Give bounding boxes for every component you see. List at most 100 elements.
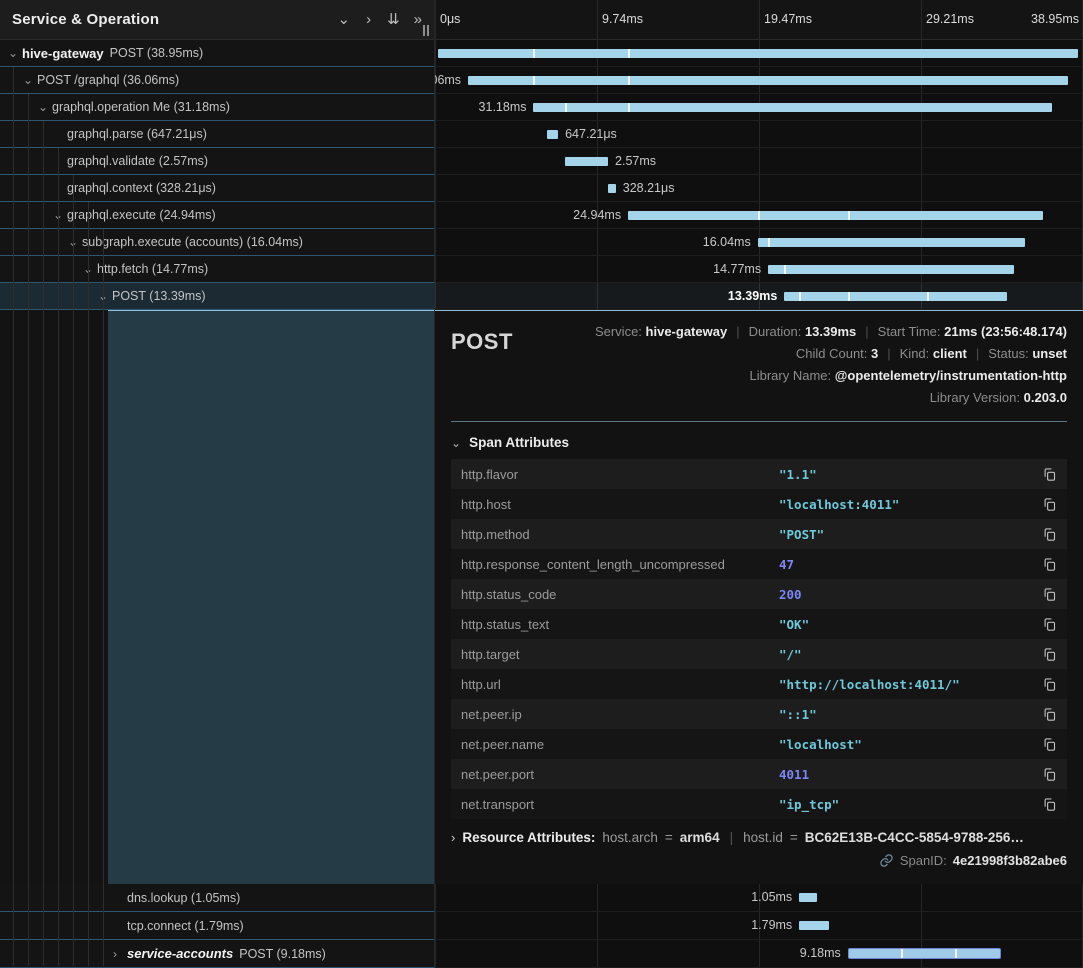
copy-icon[interactable]	[1037, 647, 1057, 662]
span-row-http-fetch: ⌄http.fetch (14.77ms)14.77ms	[0, 256, 1083, 283]
span-label-post[interactable]: ⌄POST (13.39ms)	[0, 283, 435, 310]
span-bar-cell-tcp-connect[interactable]: 1.79ms	[435, 912, 1083, 940]
span-label-tcp-connect[interactable]: tcp.connect (1.79ms)	[0, 912, 435, 940]
chevron-right-icon[interactable]: ›	[113, 948, 127, 960]
span-detail-panel: POST Service: hive-gateway|Duration: 13.…	[435, 310, 1083, 884]
bar-tick	[901, 949, 903, 958]
span-detail-meta: Service: hive-gateway|Duration: 13.39ms|…	[595, 321, 1067, 409]
span-bar-cell-hive-gateway-post[interactable]	[435, 40, 1083, 67]
chevron-right-icon[interactable]: ›	[366, 11, 371, 28]
span-label-post-graphql[interactable]: ⌄POST /graphql (36.06ms)	[0, 67, 435, 94]
attr-row-http.url: http.url"http://localhost:4011/"	[451, 669, 1067, 699]
bar-tick	[628, 76, 630, 85]
span-bar-cell-post-graphql[interactable]: 36.06ms	[435, 67, 1083, 94]
resource-value: arm64	[680, 830, 720, 845]
chevron-down-icon[interactable]: ⌄	[23, 74, 37, 86]
span-bar-cell-graphql-validate[interactable]: 2.57ms	[435, 148, 1083, 175]
double-chevron-down-icon[interactable]: ⇊	[387, 11, 398, 28]
copy-icon[interactable]	[1037, 527, 1057, 542]
span-bar[interactable]	[565, 157, 608, 166]
attr-row-http.flavor: http.flavor"1.1"	[451, 459, 1067, 489]
double-chevron-right-icon[interactable]: »	[414, 11, 420, 28]
copy-icon[interactable]	[1037, 767, 1057, 782]
span-bar[interactable]	[784, 292, 1007, 301]
detail-meta-value: hive-gateway	[646, 324, 728, 339]
span-bar[interactable]	[628, 211, 1043, 220]
panel-resize-handle[interactable]	[423, 25, 429, 36]
span-bar-cell-graphql-operation-me[interactable]: 31.18ms	[435, 94, 1083, 121]
attr-value: "OK"	[779, 617, 1037, 632]
chevron-down-icon[interactable]: ⌄	[53, 209, 67, 221]
span-detail-left-block	[108, 310, 434, 884]
copy-icon[interactable]	[1037, 617, 1057, 632]
span-bar-cell-graphql-execute[interactable]: 24.94ms	[435, 202, 1083, 229]
span-label-graphql-parse[interactable]: graphql.parse (647.21μs)	[0, 121, 435, 148]
attr-key: http.status_code	[461, 587, 779, 602]
chevron-down-icon[interactable]: ⌄	[38, 101, 52, 113]
detail-meta-value: @opentelemetry/instrumentation-http	[835, 368, 1067, 383]
copy-icon[interactable]	[1037, 707, 1057, 722]
copy-icon[interactable]	[1037, 557, 1057, 572]
link-icon[interactable]	[879, 853, 894, 868]
span-bar-cell-service-accounts-post[interactable]: 9.18ms	[435, 940, 1083, 968]
resource-attributes-toggle[interactable]: ›Resource Attributes:host.arch=arm64|hos…	[451, 830, 1067, 845]
span-label-service-accounts-post[interactable]: ›service-accountsPOST (9.18ms)	[0, 940, 435, 968]
span-bar[interactable]	[758, 238, 1025, 247]
span-bar-cell-http-fetch[interactable]: 14.77ms	[435, 256, 1083, 283]
copy-icon[interactable]	[1037, 467, 1057, 482]
copy-icon[interactable]	[1037, 587, 1057, 602]
span-label-graphql-validate[interactable]: graphql.validate (2.57ms)	[0, 148, 435, 175]
span-bar[interactable]	[547, 130, 558, 139]
duration-label: 1.05ms	[751, 890, 799, 904]
span-bar[interactable]	[533, 103, 1051, 112]
chevron-down-icon: ⌄	[451, 436, 461, 450]
detail-meta-value: client	[933, 346, 967, 361]
span-attributes-toggle[interactable]: ⌄ Span Attributes	[451, 435, 1067, 450]
attr-value: "/"	[779, 647, 1037, 662]
span-detail-header: POST Service: hive-gateway|Duration: 13.…	[451, 321, 1067, 409]
detail-meta-value: 3	[871, 346, 878, 361]
chevron-down-icon[interactable]: ⌄	[68, 236, 82, 248]
timeline-tick: 19.47ms	[764, 12, 812, 26]
span-label-graphql-execute[interactable]: ⌄graphql.execute (24.94ms)	[0, 202, 435, 229]
chevron-down-icon[interactable]: ⌄	[98, 290, 112, 302]
span-rows-bottom: dns.lookup (1.05ms) 1.05ms tcp.connect (1.…	[0, 884, 1083, 968]
span-row-graphql-context: graphql.context (328.21μs)328.21μs	[0, 175, 1083, 202]
span-label-graphql-context[interactable]: graphql.context (328.21μs)	[0, 175, 435, 202]
attr-value: "localhost:4011"	[779, 497, 1037, 512]
timeline-tick: 0μs	[440, 12, 460, 26]
chevron-down-icon[interactable]: ⌄	[338, 11, 351, 28]
copy-icon[interactable]	[1037, 677, 1057, 692]
span-attributes-table: http.flavor"1.1"http.host"localhost:4011…	[451, 459, 1067, 819]
span-bar-cell-post[interactable]: 13.39ms	[435, 283, 1083, 310]
span-label-graphql-operation-me[interactable]: ⌄graphql.operation Me (31.18ms)	[0, 94, 435, 121]
attr-row-http.response_content_length_uncompressed: http.response_content_length_uncompresse…	[451, 549, 1067, 579]
span-bar[interactable]	[799, 921, 829, 930]
span-label-http-fetch[interactable]: ⌄http.fetch (14.77ms)	[0, 256, 435, 283]
span-bar-cell-subgraph-execute-accounts[interactable]: 16.04ms	[435, 229, 1083, 256]
span-label-hive-gateway-post[interactable]: ⌄hive-gatewayPOST (38.95ms)	[0, 40, 435, 67]
span-label-subgraph-execute-accounts[interactable]: ⌄subgraph.execute (accounts) (16.04ms)	[0, 229, 435, 256]
span-row-post: ⌄POST (13.39ms)13.39ms	[0, 283, 1083, 310]
span-label-dns-lookup[interactable]: dns.lookup (1.05ms)	[0, 884, 435, 912]
bar-tick	[565, 103, 567, 112]
span-bar-cell-graphql-context[interactable]: 328.21μs	[435, 175, 1083, 202]
span-bar[interactable]	[768, 265, 1014, 274]
span-bar[interactable]	[848, 948, 1001, 959]
span-bar[interactable]	[799, 893, 816, 902]
copy-icon[interactable]	[1037, 737, 1057, 752]
operation-name: graphql.validate (2.57ms)	[67, 154, 208, 168]
top-bar: Service & Operation ⌄›⇊» 0μs9.74ms19.47m…	[0, 0, 1083, 40]
copy-icon[interactable]	[1037, 797, 1057, 812]
span-bar[interactable]	[468, 76, 1068, 85]
attr-value: 4011	[779, 767, 1037, 782]
timeline-ruler[interactable]: 0μs9.74ms19.47ms29.21ms38.95ms	[435, 0, 1083, 40]
span-bar-cell-dns-lookup[interactable]: 1.05ms	[435, 884, 1083, 912]
span-bar[interactable]	[608, 184, 616, 193]
chevron-down-icon[interactable]: ⌄	[83, 263, 97, 275]
attr-key: net.peer.name	[461, 737, 779, 752]
span-bar-cell-graphql-parse[interactable]: 647.21μs	[435, 121, 1083, 148]
chevron-down-icon[interactable]: ⌄	[8, 47, 22, 59]
copy-icon[interactable]	[1037, 497, 1057, 512]
meta-separator: |	[887, 346, 890, 361]
